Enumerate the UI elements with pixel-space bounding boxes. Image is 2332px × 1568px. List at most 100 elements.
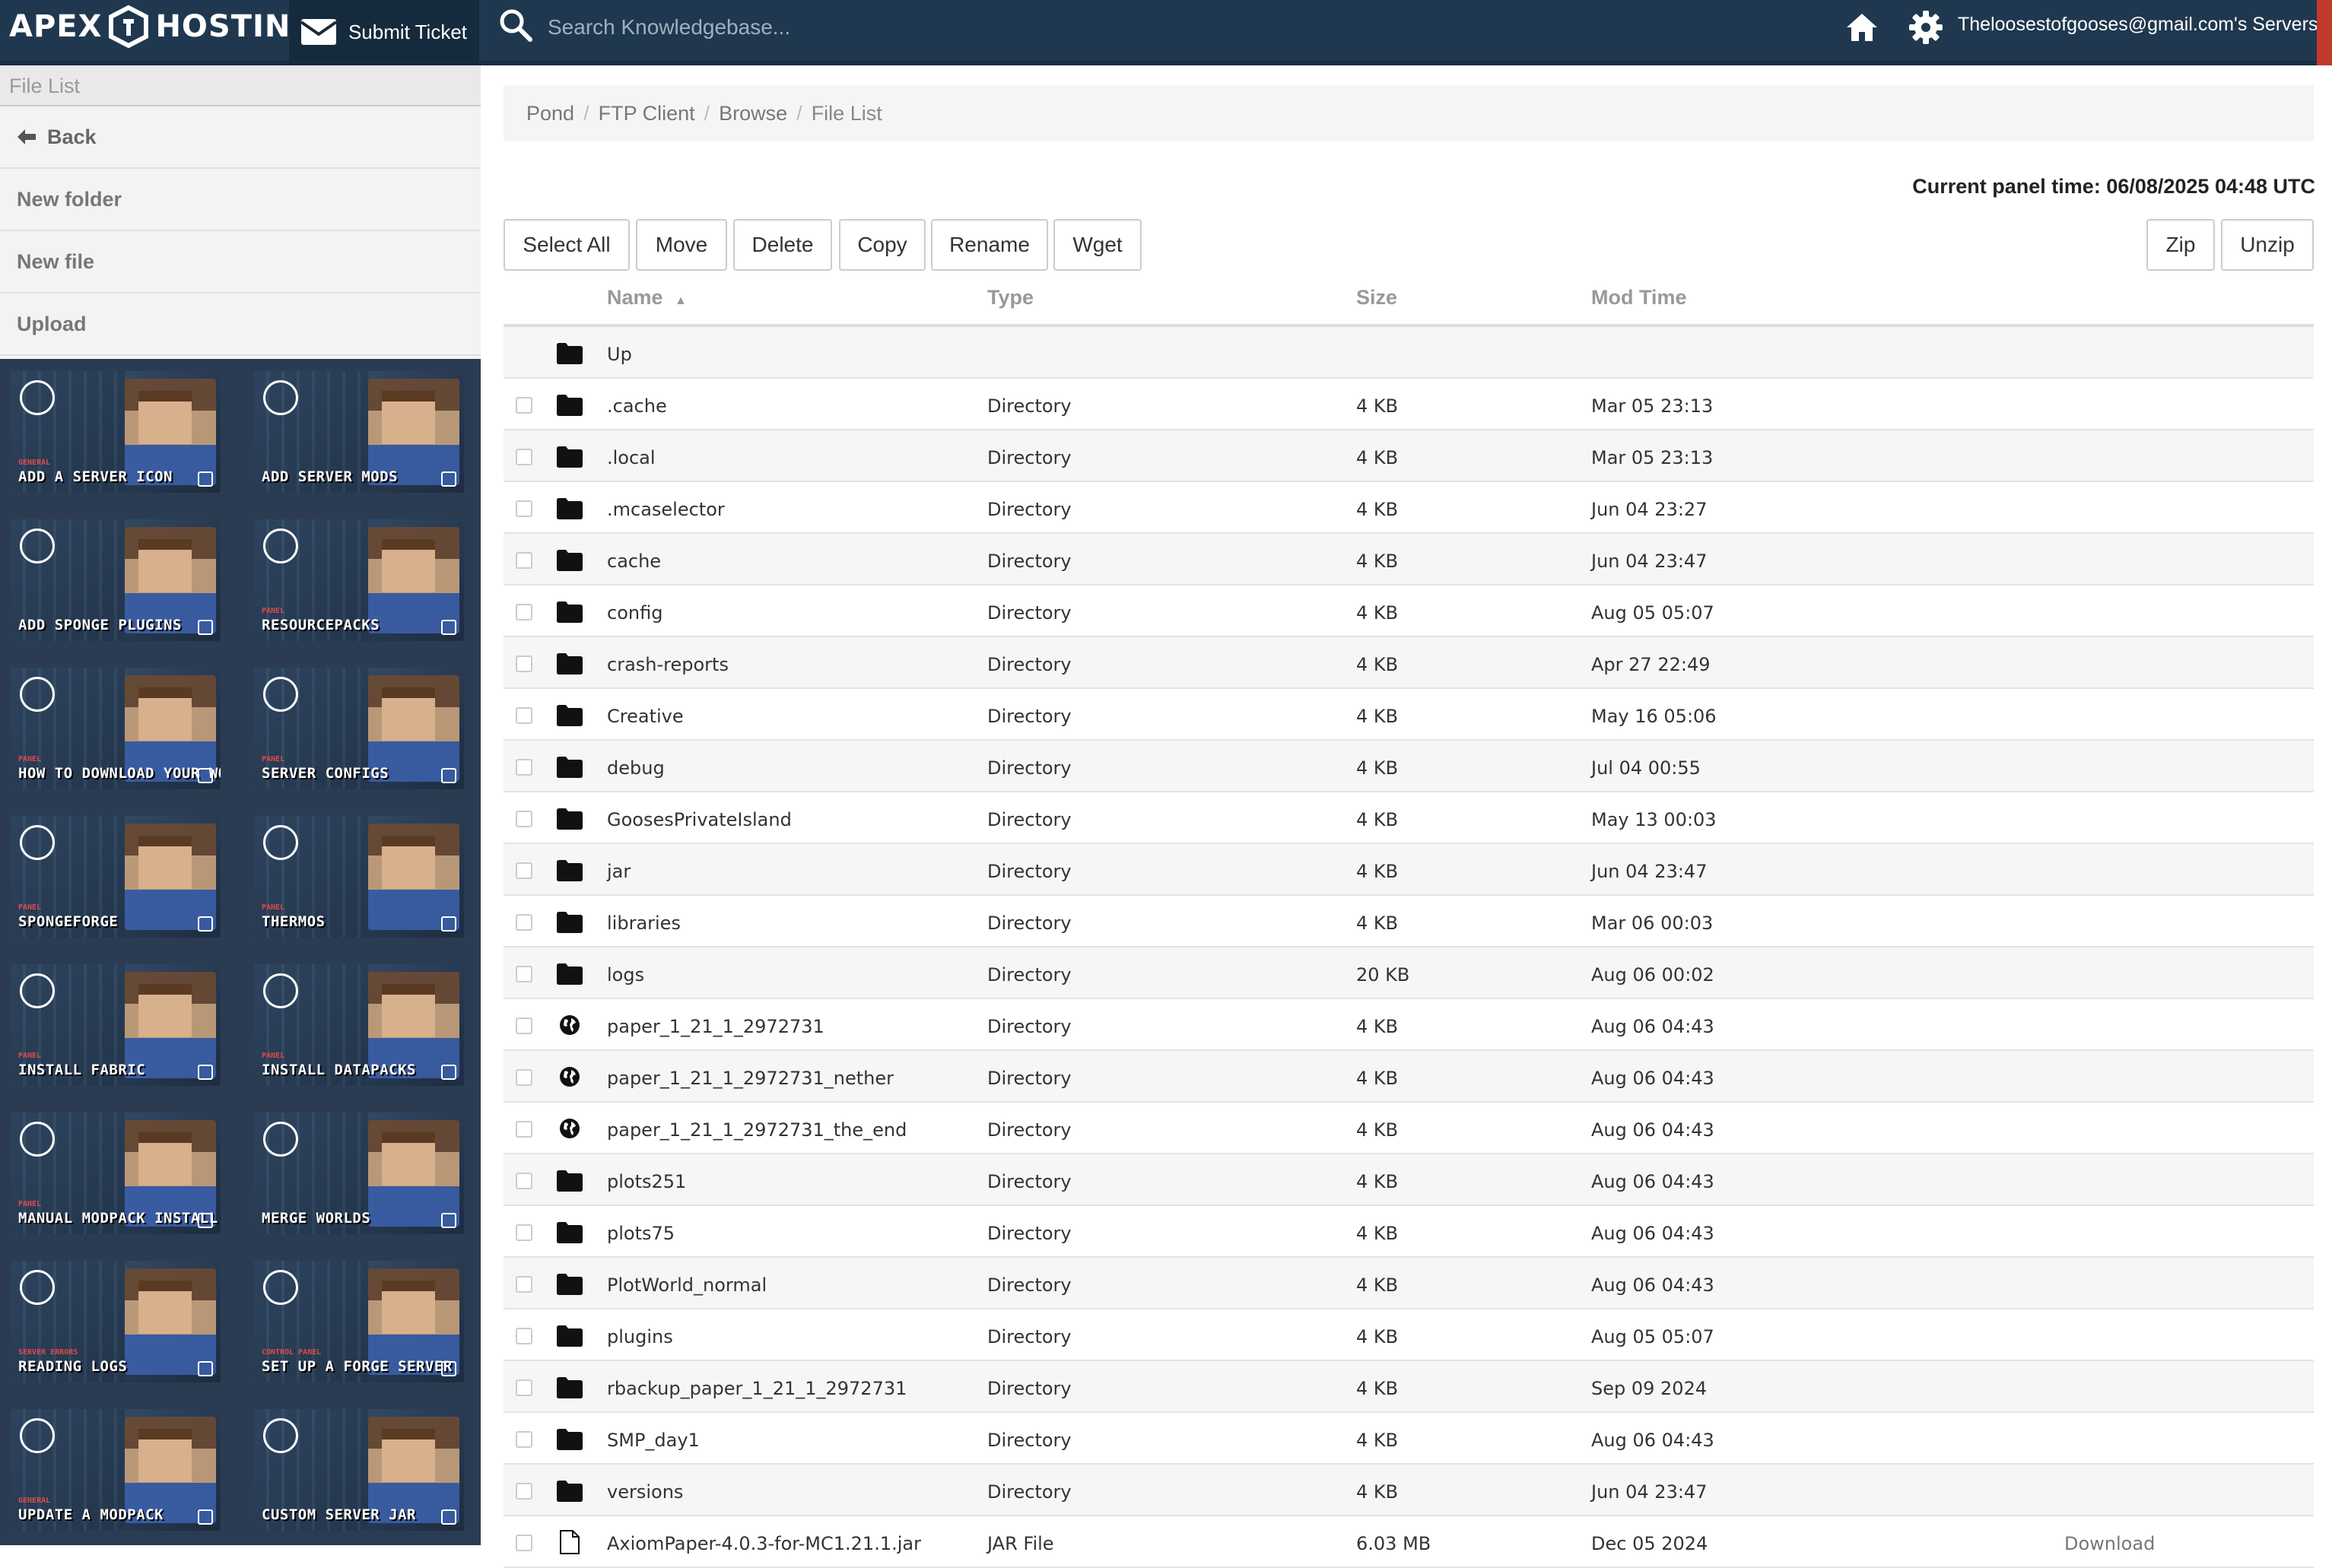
file-name[interactable]: cache	[607, 551, 661, 572]
column-header-type[interactable]: Type	[987, 286, 1034, 309]
download-link[interactable]: Download	[2064, 1533, 2155, 1554]
tutorial-tile[interactable]: CUSTOM SERVER JAR	[254, 1409, 464, 1531]
file-name[interactable]: logs	[607, 964, 644, 986]
table-row[interactable]: GoosesPrivateIsland Directory 4 KB May 13 0…	[504, 792, 2314, 844]
table-row[interactable]: plots251 Directory 4 KB Aug 06 04:43	[504, 1154, 2314, 1206]
row-checkbox[interactable]	[516, 707, 532, 724]
row-checkbox[interactable]	[516, 1328, 532, 1344]
row-checkbox[interactable]	[516, 1431, 532, 1448]
column-header-mod-time[interactable]: Mod Time	[1591, 286, 1687, 309]
row-checkbox[interactable]	[516, 552, 532, 569]
table-row[interactable]: crash-reports Directory 4 KB Apr 27 22:49	[504, 637, 2314, 689]
file-name[interactable]: SMP_day1	[607, 1430, 700, 1451]
copy-button[interactable]: Copy	[839, 219, 926, 271]
new-folder-button[interactable]: New folder	[0, 169, 481, 231]
table-row[interactable]: logs Directory 20 KB Aug 06 00:02	[504, 947, 2314, 999]
apex-hosting-logo[interactable]: APEX HOSTING	[9, 0, 316, 53]
table-row[interactable]: rbackup_paper_1_21_1_2972731 Directory 4 K…	[504, 1361, 2314, 1413]
servers-menu[interactable]: Theloosestofgooses@gmail.com's Servers	[1958, 14, 2318, 36]
table-row[interactable]: libraries Directory 4 KB Mar 06 00:03	[504, 896, 2314, 947]
table-row[interactable]: cache Directory 4 KB Jun 04 23:47	[504, 534, 2314, 586]
wget-button[interactable]: Wget	[1053, 219, 1142, 271]
file-name[interactable]: .local	[607, 447, 656, 468]
row-checkbox[interactable]	[516, 1379, 532, 1396]
tutorial-tile[interactable]: PANEL SPONGEFORGE	[11, 816, 221, 938]
row-checkbox[interactable]	[516, 1224, 532, 1241]
table-row[interactable]: paper_1_21_1_2972731_the_end Directory 4 K…	[504, 1103, 2314, 1154]
row-checkbox[interactable]	[516, 655, 532, 672]
tutorial-tile[interactable]: PANEL HOW TO DOWNLOAD YOUR WORLD	[11, 668, 221, 789]
zip-button[interactable]: Zip	[2146, 219, 2215, 271]
tutorial-tile[interactable]: PANEL SERVER CONFIGS	[254, 668, 464, 789]
file-name[interactable]: paper_1_21_1_2972731	[607, 1016, 824, 1037]
home-icon[interactable]	[1845, 12, 1879, 43]
table-row[interactable]: AxiomPaper-4.0.3-for-MC1.21.1.jar JAR Fil…	[504, 1516, 2314, 1568]
delete-button[interactable]: Delete	[733, 219, 832, 271]
tutorial-tile[interactable]: ADD SERVER MODS	[254, 371, 464, 493]
row-checkbox[interactable]	[516, 397, 532, 414]
tutorial-tile[interactable]: PANEL INSTALL DATAPACKS	[254, 964, 464, 1086]
table-row[interactable]: plots75 Directory 4 KB Aug 06 04:43	[504, 1206, 2314, 1258]
search-icon[interactable]	[498, 8, 533, 43]
rename-button[interactable]: Rename	[931, 219, 1048, 271]
row-checkbox[interactable]	[516, 862, 532, 879]
file-name[interactable]: plots75	[607, 1223, 675, 1244]
file-name[interactable]: crash-reports	[607, 654, 729, 675]
tutorial-tile[interactable]: ADD SPONGE PLUGINS	[11, 519, 221, 641]
unzip-button[interactable]: Unzip	[2221, 219, 2314, 271]
file-name[interactable]: plugins	[607, 1326, 673, 1347]
tutorial-tile[interactable]: SERVER ERRORS READING LOGS	[11, 1261, 221, 1382]
tutorial-tile[interactable]: MERGE WORLDS	[254, 1113, 464, 1234]
row-checkbox[interactable]	[516, 500, 532, 517]
table-row[interactable]: paper_1_21_1_2972731 Directory 4 KB Aug 06 …	[504, 999, 2314, 1051]
move-button[interactable]: Move	[636, 219, 727, 271]
row-checkbox[interactable]	[516, 1173, 532, 1189]
tutorial-tile[interactable]: GENERAL ADD A SERVER ICON	[11, 371, 221, 493]
file-name[interactable]: plots251	[607, 1171, 686, 1192]
row-checkbox[interactable]	[516, 759, 532, 776]
up-directory-row[interactable]: Up	[504, 327, 2314, 379]
row-checkbox[interactable]	[516, 1483, 532, 1500]
select-all-button[interactable]: Select All	[504, 219, 630, 271]
knowledgebase-search-input[interactable]	[548, 9, 1232, 46]
new-file-button[interactable]: New file	[0, 231, 481, 294]
row-checkbox[interactable]	[516, 1276, 532, 1293]
row-checkbox[interactable]	[516, 1535, 532, 1551]
file-name[interactable]: libraries	[607, 913, 681, 934]
upload-button[interactable]: Upload	[0, 294, 481, 356]
table-row[interactable]: paper_1_21_1_2972731_nether Directory 4 KB…	[504, 1051, 2314, 1103]
row-checkbox[interactable]	[516, 1121, 532, 1138]
back-button[interactable]: Back	[0, 106, 481, 169]
table-row[interactable]: debug Directory 4 KB Jul 04 00:55	[504, 741, 2314, 792]
column-header-name[interactable]: Name ▲	[607, 286, 687, 309]
breadcrumb-ftp-client[interactable]: FTP Client	[599, 102, 695, 125]
file-name[interactable]: versions	[607, 1481, 683, 1503]
tutorial-tile[interactable]: PANEL THERMOS	[254, 816, 464, 938]
tutorial-tile[interactable]: PANEL INSTALL FABRIC	[11, 964, 221, 1086]
file-name[interactable]: .mcaselector	[607, 499, 725, 520]
file-name[interactable]: AxiomPaper-4.0.3-for-MC1.21.1.jar	[607, 1533, 921, 1554]
file-name[interactable]: paper_1_21_1_2972731_nether	[607, 1068, 894, 1089]
breadcrumb-browse[interactable]: Browse	[719, 102, 787, 125]
table-row[interactable]: PlotWorld_normal Directory 4 KB Aug 06 04:4…	[504, 1258, 2314, 1309]
file-name[interactable]: jar	[607, 861, 631, 882]
file-name[interactable]: .cache	[607, 395, 667, 417]
gear-icon[interactable]	[1909, 11, 1943, 44]
row-checkbox[interactable]	[516, 1069, 532, 1086]
row-checkbox[interactable]	[516, 811, 532, 827]
table-row[interactable]: .cache Directory 4 KB Mar 05 23:13	[504, 379, 2314, 430]
submit-ticket-button[interactable]: Submit Ticket	[289, 0, 479, 64]
row-checkbox[interactable]	[516, 604, 532, 621]
tutorial-tile[interactable]: GENERAL UPDATE A MODPACK	[11, 1409, 221, 1531]
row-checkbox[interactable]	[516, 449, 532, 465]
row-checkbox[interactable]	[516, 914, 532, 931]
tutorial-tile[interactable]: PANEL RESOURCEPACKS	[254, 519, 464, 641]
file-name[interactable]: Creative	[607, 706, 684, 727]
file-name[interactable]: rbackup_paper_1_21_1_2972731	[607, 1378, 907, 1399]
tutorial-tile[interactable]: CONTROL PANEL SET UP A FORGE SERVER	[254, 1261, 464, 1382]
tutorial-tile[interactable]: PANEL MANUAL MODPACK INSTALL	[11, 1113, 221, 1234]
row-checkbox[interactable]	[516, 1017, 532, 1034]
column-header-size[interactable]: Size	[1356, 286, 1397, 309]
row-checkbox[interactable]	[516, 966, 532, 982]
table-row[interactable]: plugins Directory 4 KB Aug 05 05:07	[504, 1309, 2314, 1361]
